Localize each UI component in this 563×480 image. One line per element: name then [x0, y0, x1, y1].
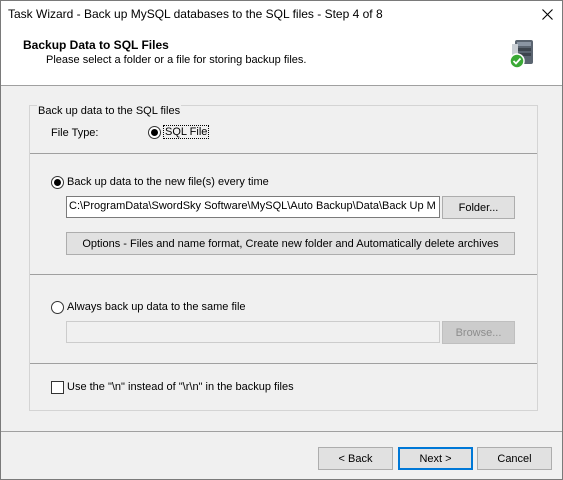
- footer-divider: [1, 431, 562, 432]
- options-button-label: Options - Files and name format, Create …: [82, 237, 499, 250]
- browse-button[interactable]: Browse...: [442, 321, 515, 344]
- task-wizard-window: Task Wizard - Back up MySQL databases to…: [0, 0, 563, 480]
- file-type-label: File Type:: [51, 127, 99, 139]
- same-file-radio[interactable]: [51, 301, 64, 314]
- back-button-label: < Back: [338, 452, 373, 465]
- new-file-path-input[interactable]: C:\ProgramData\SwordSky Software\MySQL\A…: [66, 196, 440, 218]
- database-check-icon: [509, 40, 533, 69]
- close-button[interactable]: [532, 1, 562, 28]
- section-divider: [30, 363, 537, 364]
- newline-checkbox[interactable]: [51, 381, 64, 394]
- same-file-path-input[interactable]: [66, 321, 440, 343]
- newline-checkbox-label[interactable]: Use the "\n" instead of "\r\n" in the ba…: [67, 381, 294, 393]
- section-divider: [30, 274, 537, 275]
- group-label: Back up data to the SQL files: [37, 105, 182, 117]
- folder-button-label: Folder...: [458, 201, 499, 214]
- options-button[interactable]: Options - Files and name format, Create …: [66, 232, 515, 255]
- wizard-header: Backup Data to SQL Files Please select a…: [1, 28, 562, 86]
- backup-options-panel: Back up data to the SQL files File Type:…: [29, 105, 538, 411]
- close-icon: [541, 9, 553, 20]
- window-title: Task Wizard - Back up MySQL databases to…: [8, 7, 383, 21]
- new-file-radio-label[interactable]: Back up data to the new file(s) every ti…: [67, 176, 269, 188]
- page-title: Backup Data to SQL Files: [23, 38, 169, 52]
- cancel-button-label: Cancel: [497, 452, 532, 465]
- sql-file-radio[interactable]: [148, 126, 161, 139]
- next-button[interactable]: Next >: [398, 447, 473, 470]
- browse-button-label: Browse...: [455, 326, 502, 339]
- back-button[interactable]: < Back: [318, 447, 393, 470]
- page-subtitle: Please select a folder or a file for sto…: [46, 54, 307, 66]
- section-divider: [30, 153, 537, 154]
- same-file-radio-label[interactable]: Always back up data to the same file: [67, 301, 246, 313]
- next-button-label: Next >: [419, 452, 452, 465]
- cancel-button[interactable]: Cancel: [477, 447, 552, 470]
- sql-file-radio-label[interactable]: SQL File: [163, 125, 210, 139]
- new-file-radio[interactable]: [51, 176, 64, 189]
- title-bar[interactable]: Task Wizard - Back up MySQL databases to…: [1, 1, 562, 28]
- folder-button[interactable]: Folder...: [442, 196, 515, 219]
